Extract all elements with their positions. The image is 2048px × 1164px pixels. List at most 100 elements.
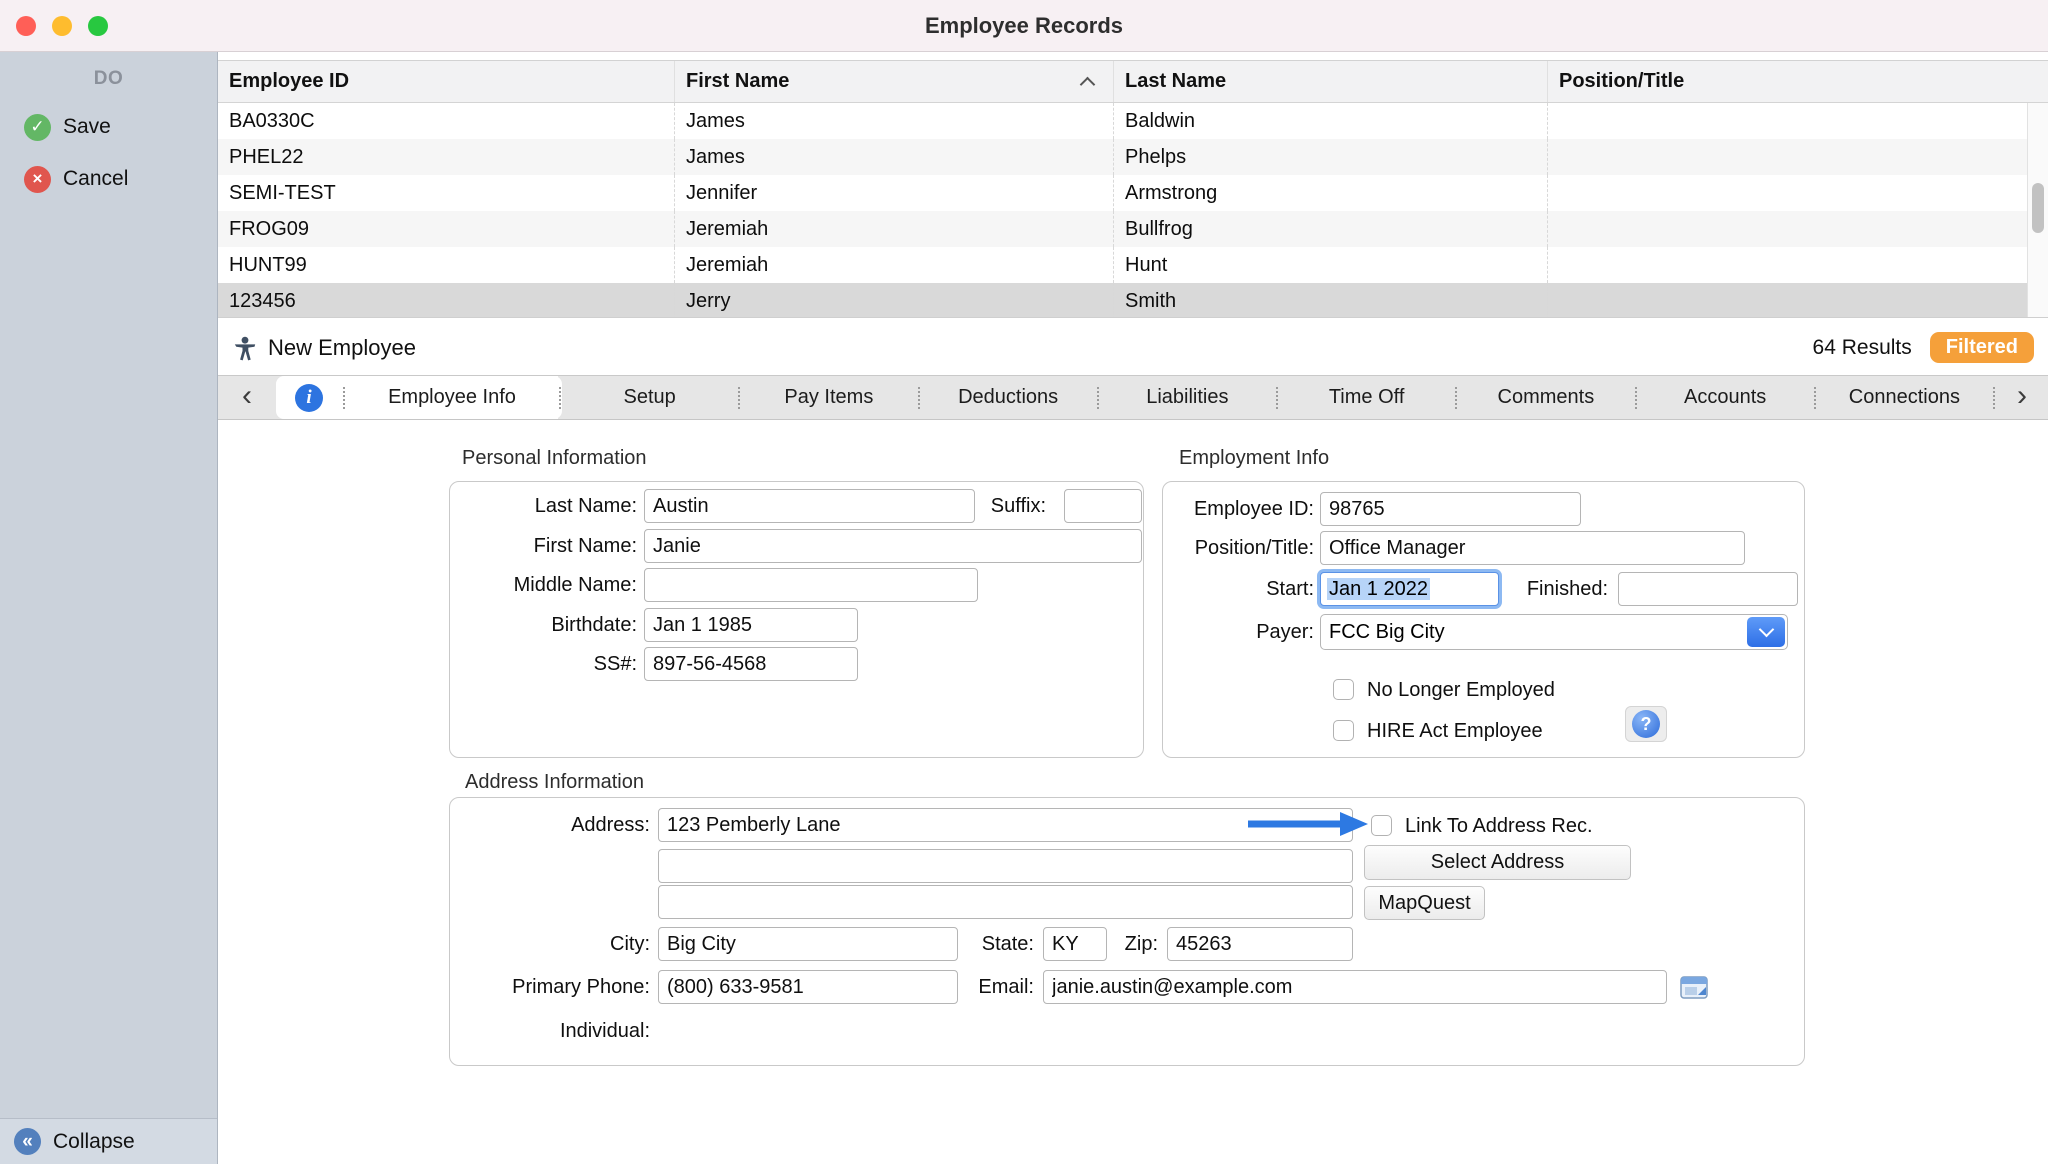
position-title-label: Position/Title:: [1163, 531, 1314, 565]
tab-setup[interactable]: Setup: [562, 376, 737, 419]
column-header-position-title[interactable]: Position/Title: [1548, 61, 2048, 102]
tab-scroll-right-button[interactable]: ›: [1996, 376, 2048, 419]
ss-number-label: SS#:: [450, 647, 637, 681]
finished-date-input[interactable]: [1618, 572, 1798, 606]
column-header-employee-id[interactable]: Employee ID: [218, 61, 675, 102]
table-row[interactable]: SEMI-TEST Jennifer Armstrong: [218, 175, 2048, 211]
payer-dropdown[interactable]: FCC Big City: [1320, 614, 1788, 650]
tab-divider: [918, 387, 920, 409]
tab-divider: [1455, 387, 1457, 409]
zip-input[interactable]: [1167, 927, 1353, 961]
tab-comments[interactable]: Comments: [1458, 376, 1633, 419]
middle-name-input[interactable]: [644, 568, 978, 602]
payer-dropdown-value: FCC Big City: [1329, 621, 1445, 643]
save-check-icon: ✓: [24, 114, 51, 141]
chevron-right-icon: ›: [2017, 379, 2027, 413]
hire-act-label: HIRE Act Employee: [1367, 719, 1543, 743]
first-name-label: First Name:: [450, 529, 637, 563]
table-row[interactable]: FROG09 Jeremiah Bullfrog: [218, 211, 2048, 247]
individual-label: Individual:: [450, 1014, 650, 1048]
tab-deductions[interactable]: Deductions: [921, 376, 1096, 419]
scrollbar-thumb[interactable]: [2032, 183, 2044, 233]
dropdown-button[interactable]: [1747, 617, 1785, 647]
state-input[interactable]: [1043, 927, 1107, 961]
collapse-button[interactable]: « Collapse: [0, 1118, 217, 1164]
city-label: City:: [450, 927, 650, 961]
address-line2-input[interactable]: [658, 849, 1353, 883]
suffix-input[interactable]: [1064, 489, 1142, 523]
tab-divider: [1276, 387, 1278, 409]
employee-id-input[interactable]: [1320, 492, 1581, 526]
main-area: Employee ID First Name Last Name Positio…: [218, 52, 2048, 1164]
city-input[interactable]: [658, 927, 958, 961]
window-title: Employee Records: [0, 0, 2048, 52]
section-title-personal: Personal Information: [462, 447, 647, 470]
tab-accounts[interactable]: Accounts: [1638, 376, 1813, 419]
selected-text: Jan 1 2022: [1327, 578, 1430, 600]
email-action-icon[interactable]: [1678, 971, 1710, 1003]
tab-scroll-left-button[interactable]: ‹: [218, 376, 276, 419]
new-employee-icon: [232, 335, 258, 361]
section-title-employment: Employment Info: [1179, 447, 1329, 470]
employee-table: Employee ID First Name Last Name Positio…: [218, 60, 2048, 318]
tab-liabilities[interactable]: Liabilities: [1100, 376, 1275, 419]
birthdate-input[interactable]: [644, 608, 858, 642]
tab-employee-info[interactable]: Employee Info: [346, 376, 558, 419]
table-row-selected[interactable]: 123456 Jerry Smith: [218, 283, 2048, 318]
primary-phone-input[interactable]: [658, 970, 958, 1004]
column-header-last-name[interactable]: Last Name: [1114, 61, 1548, 102]
cancel-button[interactable]: × Cancel: [0, 164, 217, 194]
help-icon: ?: [1632, 710, 1660, 738]
start-date-input[interactable]: Jan 1 2022: [1320, 572, 1499, 606]
table-row[interactable]: PHEL22 James Phelps: [218, 139, 2048, 175]
filtered-badge[interactable]: Filtered: [1930, 332, 2034, 363]
hire-act-checkbox[interactable]: [1333, 720, 1354, 741]
table-header: Employee ID First Name Last Name Positio…: [218, 61, 2048, 103]
start-date-label: Start:: [1163, 572, 1314, 606]
annotation-arrow: [1246, 810, 1368, 838]
employee-id-label: Employee ID:: [1163, 492, 1314, 526]
tab-bar: ‹ i Employee Info Setup Pay Items Deduct…: [218, 376, 2048, 420]
middle-name-label: Middle Name:: [450, 568, 637, 602]
results-count: 64 Results: [1813, 336, 1912, 360]
suffix-label: Suffix:: [970, 489, 1046, 523]
last-name-input[interactable]: [644, 489, 975, 523]
table-row[interactable]: HUNT99 Jeremiah Hunt: [218, 247, 2048, 283]
address-line3-input[interactable]: [658, 885, 1353, 919]
link-address-checkbox[interactable]: [1371, 815, 1392, 836]
address-label: Address:: [450, 808, 650, 842]
table-scrollbar[interactable]: [2027, 103, 2048, 317]
tab-divider: [738, 387, 740, 409]
tab-record-info[interactable]: i: [276, 376, 342, 419]
collapse-button-label: Collapse: [53, 1130, 135, 1154]
last-name-label: Last Name:: [450, 489, 637, 523]
help-button[interactable]: ?: [1625, 706, 1667, 742]
app-window: Employee Records DO ✓ Save × Cancel « Co…: [0, 0, 2048, 1164]
position-title-input[interactable]: [1320, 531, 1745, 565]
chevron-down-icon: [1758, 621, 1774, 637]
cancel-button-label: Cancel: [63, 167, 128, 191]
email-label: Email:: [974, 970, 1034, 1004]
section-title-address: Address Information: [465, 771, 644, 794]
tab-connections[interactable]: Connections: [1817, 376, 1992, 419]
email-input[interactable]: [1043, 970, 1667, 1004]
tab-pay-items[interactable]: Pay Items: [741, 376, 916, 419]
tab-divider: [559, 387, 561, 409]
link-address-label: Link To Address Rec.: [1405, 814, 1593, 838]
record-title: New Employee: [268, 335, 416, 361]
no-longer-employed-label: No Longer Employed: [1367, 678, 1555, 702]
select-address-button[interactable]: Select Address: [1364, 845, 1631, 880]
collapse-chevrons-icon: «: [14, 1128, 41, 1155]
no-longer-employed-checkbox[interactable]: [1333, 679, 1354, 700]
column-header-first-name[interactable]: First Name: [675, 61, 1114, 102]
mapquest-button[interactable]: MapQuest: [1364, 886, 1485, 920]
first-name-input[interactable]: [644, 529, 1142, 563]
table-row[interactable]: BA0330C James Baldwin: [218, 103, 2048, 139]
ss-number-input[interactable]: [644, 647, 858, 681]
tab-time-off[interactable]: Time Off: [1279, 376, 1454, 419]
record-toolbar: New Employee 64 Results Filtered: [218, 320, 2048, 376]
employee-info-panel: Personal Information Last Name: Suffix: …: [218, 420, 2048, 1164]
sort-ascending-icon: [1080, 77, 1096, 93]
employment-info-group: Employee ID: Position/Title: Start: Jan …: [1162, 481, 1805, 758]
save-button[interactable]: ✓ Save: [0, 112, 217, 142]
